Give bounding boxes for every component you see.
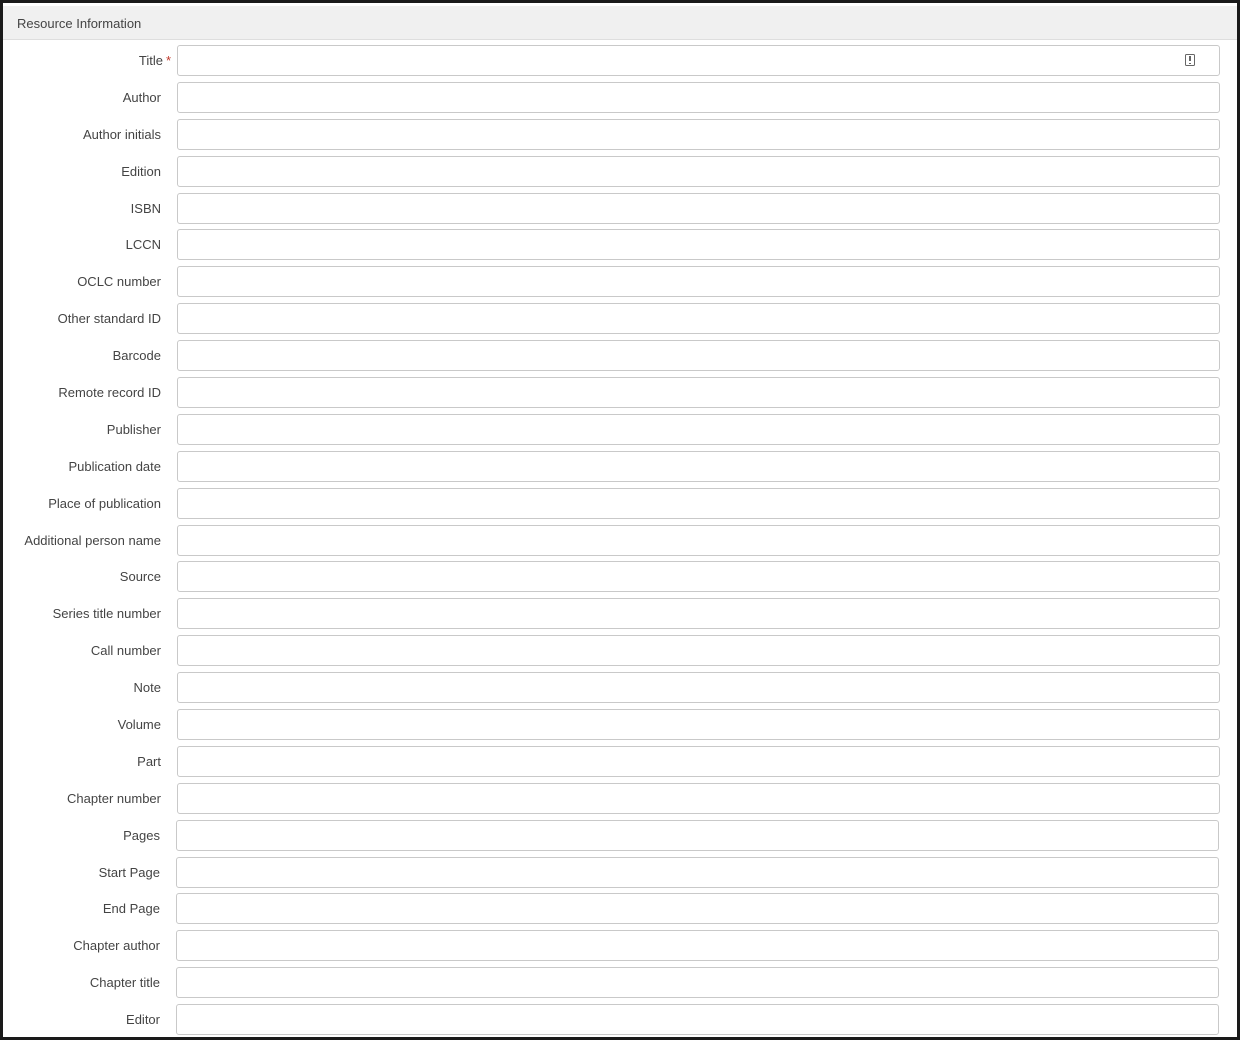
resource-information-form: Title * Author Author initials Edition IS…: [3, 42, 1237, 1038]
isbn-label: ISBN: [130, 200, 161, 216]
form-row-additional-person-name: Additional person name: [3, 522, 1237, 559]
part-input[interactable]: [177, 745, 1220, 777]
publication-date-label: Publication date: [68, 458, 161, 474]
title-label-text: Title: [138, 53, 163, 68]
pages-input[interactable]: [176, 819, 1219, 851]
form-row-chapter-title: Chapter title: [3, 964, 1237, 1001]
resource-form-panel: Resource Information Title * Author Autho…: [0, 0, 1240, 1040]
form-row-publication-date: Publication date: [3, 448, 1237, 485]
oclc-number-label: OCLC number: [77, 274, 161, 290]
form-row-publisher: Publisher: [3, 411, 1237, 448]
start-page-input[interactable]: [176, 856, 1219, 888]
remote-record-id-label: Remote record ID: [58, 385, 161, 401]
isbn-input[interactable]: [177, 192, 1220, 224]
title-label: Title *: [139, 53, 171, 69]
section-header: Resource Information: [3, 6, 1237, 40]
form-row-call-number: Call number: [3, 632, 1237, 669]
additional-person-name-input[interactable]: [177, 524, 1220, 556]
form-row-author: Author: [3, 79, 1237, 116]
volume-input[interactable]: [177, 709, 1220, 741]
source-label: Source: [119, 569, 161, 585]
author-input[interactable]: [177, 81, 1220, 113]
chapter-number-label: Chapter number: [67, 790, 161, 806]
chapter-title-input[interactable]: [176, 967, 1219, 999]
title-input[interactable]: [177, 45, 1220, 76]
section-title: Resource Information: [17, 16, 142, 31]
form-row-source: Source: [3, 558, 1237, 595]
publisher-label: Publisher: [106, 421, 161, 437]
series-title-number-label: Series title number: [52, 606, 161, 622]
author-initials-input[interactable]: [177, 118, 1220, 150]
call-number-input[interactable]: [177, 635, 1220, 667]
form-row-series-title-number: Series title number: [3, 595, 1237, 632]
form-row-note: Note: [3, 669, 1237, 706]
editor-label: Editor: [126, 1012, 160, 1028]
place-of-publication-input[interactable]: [177, 487, 1220, 519]
end-page-label: End Page: [102, 901, 160, 917]
start-page-label: Start Page: [98, 864, 160, 880]
form-row-volume: Volume: [3, 706, 1237, 743]
form-row-place-of-publication: Place of publication: [3, 485, 1237, 522]
chapter-author-input[interactable]: [176, 930, 1219, 962]
form-row-remote-record-id: Remote record ID: [3, 374, 1237, 411]
source-input[interactable]: [177, 561, 1220, 593]
other-standard-id-label: Other standard ID: [57, 311, 161, 327]
part-label: Part: [137, 753, 161, 769]
form-row-start-page: Start Page: [3, 854, 1237, 891]
lccn-label: LCCN: [125, 237, 161, 253]
end-page-input[interactable]: [176, 893, 1219, 925]
form-row-barcode: Barcode: [3, 337, 1237, 374]
form-row-end-page: End Page: [3, 890, 1237, 927]
barcode-label: Barcode: [112, 348, 161, 364]
series-title-number-input[interactable]: [177, 598, 1220, 630]
call-number-label: Call number: [90, 643, 161, 659]
chapter-number-input[interactable]: [177, 782, 1220, 814]
form-row-pages: Pages: [3, 817, 1237, 854]
form-row-author-initials: Author initials: [3, 116, 1237, 153]
author-label: Author: [122, 89, 161, 105]
required-marker: *: [165, 53, 171, 68]
chapter-author-label: Chapter author: [73, 938, 160, 954]
form-row-oclc-number: OCLC number: [3, 263, 1237, 300]
chapter-title-label: Chapter title: [89, 975, 160, 991]
other-standard-id-input[interactable]: [177, 303, 1220, 335]
additional-person-name-label: Additional person name: [24, 532, 161, 548]
form-row-lccn: LCCN: [3, 226, 1237, 263]
publisher-input[interactable]: [177, 413, 1220, 445]
form-row-part: Part: [3, 743, 1237, 780]
author-initials-label: Author initials: [82, 126, 161, 142]
place-of-publication-label: Place of publication: [48, 495, 161, 511]
edition-label: Edition: [121, 163, 161, 179]
form-row-other-standard-id: Other standard ID: [3, 300, 1237, 337]
lccn-input[interactable]: [177, 229, 1220, 261]
volume-label: Volume: [117, 717, 161, 733]
info-badge-icon[interactable]: [1185, 54, 1195, 66]
form-row-chapter-author: Chapter author: [3, 927, 1237, 964]
remote-record-id-input[interactable]: [177, 377, 1220, 409]
form-row-editor: Editor: [3, 1001, 1237, 1038]
oclc-number-input[interactable]: [177, 266, 1220, 298]
form-row-title: Title *: [3, 42, 1237, 79]
form-row-isbn: ISBN: [3, 190, 1237, 227]
form-row-chapter-number: Chapter number: [3, 780, 1237, 817]
note-input[interactable]: [177, 672, 1220, 704]
barcode-input[interactable]: [177, 340, 1220, 372]
form-row-edition: Edition: [3, 153, 1237, 190]
edition-input[interactable]: [177, 155, 1220, 187]
editor-input[interactable]: [176, 1004, 1219, 1036]
note-label: Note: [133, 680, 161, 696]
publication-date-input[interactable]: [177, 450, 1220, 482]
pages-label: Pages: [123, 827, 160, 843]
